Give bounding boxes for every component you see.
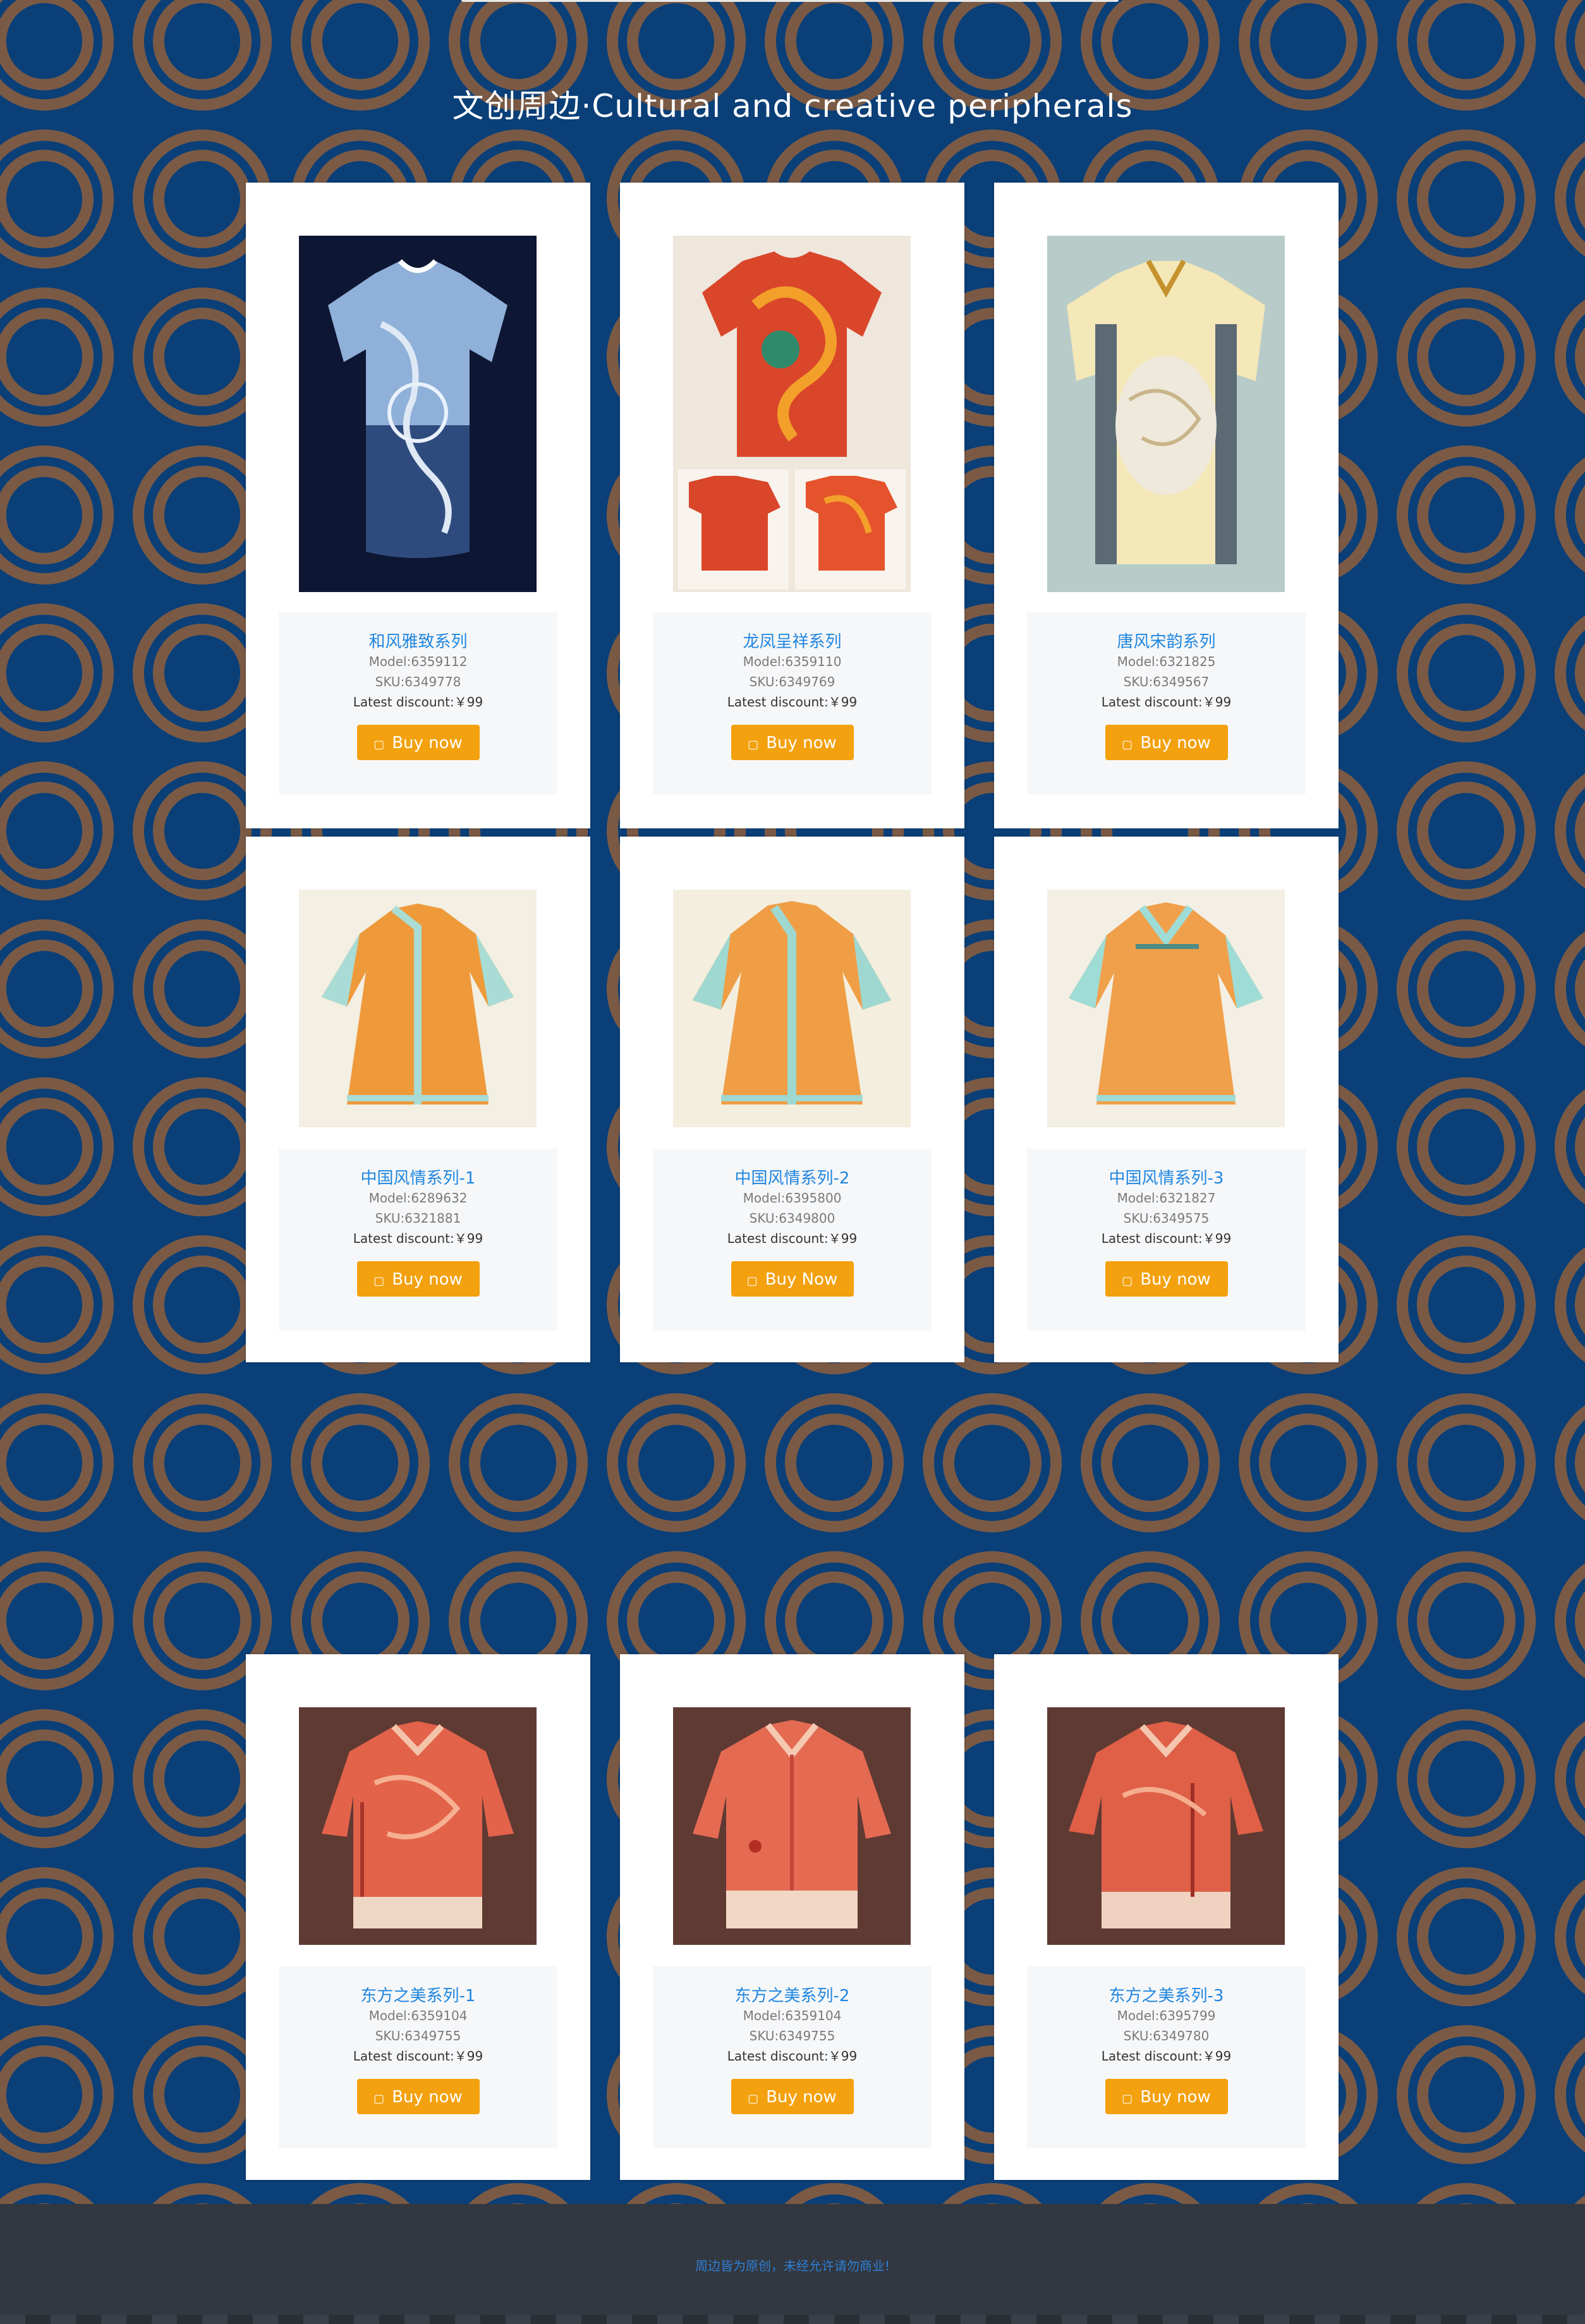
product-sku: SKU:6349755	[375, 2028, 461, 2043]
product-info: 中国风情系列-3 Model:6321827 SKU:6349575 Lates…	[1027, 1149, 1306, 1331]
product-name[interactable]: 中国风情系列-1	[279, 1169, 557, 1188]
cart-icon: ▢	[1122, 1274, 1133, 1288]
buy-now-button[interactable]: ▢ Buy Now	[731, 1261, 854, 1297]
product-image-yellow-robe[interactable]	[1047, 236, 1285, 592]
product-model: Model:6395799	[1117, 2008, 1216, 2023]
buy-now-label: Buy now	[392, 734, 463, 753]
product-discount: Latest discount:￥99	[727, 1231, 858, 1246]
product-card: 东方之美系列-3 Model:6395799 SKU:6349780 Lates…	[994, 1654, 1339, 2180]
buy-now-label: Buy now	[392, 1270, 463, 1289]
product-info: 中国风情系列-1 Model:6289632 SKU:6321881 Lates…	[279, 1149, 557, 1331]
product-card: 中国风情系列-3 Model:6321827 SKU:6349575 Lates…	[994, 837, 1339, 1362]
buy-now-label: Buy now	[766, 734, 837, 753]
product-discount: Latest discount:￥99	[1101, 2049, 1232, 2064]
product-name[interactable]: 东方之美系列-2	[653, 1987, 932, 2006]
cart-icon: ▢	[373, 738, 385, 751]
cart-icon: ▢	[373, 2092, 385, 2105]
buy-now-button[interactable]: ▢ Buy now	[1105, 2079, 1228, 2114]
product-name[interactable]: 和风雅致系列	[279, 632, 557, 651]
cart-icon: ▢	[1122, 738, 1133, 751]
product-model: Model:6359104	[743, 2008, 842, 2023]
product-card: 中国风情系列-1 Model:6289632 SKU:6321881 Lates…	[246, 837, 590, 1362]
cart-icon: ▢	[1122, 2092, 1133, 2105]
product-sku: SKU:6349755	[749, 2028, 835, 2043]
product-card: 龙凤呈祥系列 Model:6359110 SKU:6349769 Latest …	[620, 183, 964, 828]
top-bar	[461, 0, 1119, 2]
product-discount: Latest discount:￥99	[727, 2049, 858, 2064]
product-info: 唐风宋韵系列 Model:6321825 SKU:6349567 Latest …	[1027, 612, 1306, 794]
product-discount: Latest discount:￥99	[1101, 694, 1232, 710]
product-image-coral-hanfu[interactable]	[299, 1707, 537, 1945]
buy-now-label: Buy now	[1140, 2088, 1211, 2107]
product-image-orange-robe[interactable]	[1047, 890, 1285, 1127]
product-sku: SKU:6349780	[1123, 2028, 1210, 2043]
product-name[interactable]: 东方之美系列-3	[1027, 1987, 1306, 2006]
product-card: 中国风情系列-2 Model:6395800 SKU:6349800 Lates…	[620, 837, 964, 1362]
cart-icon: ▢	[748, 2092, 759, 2105]
product-sku: SKU:6349800	[749, 1211, 835, 1226]
footer-notice: 周边皆为原创，未经允许请勿商业!	[695, 2258, 890, 2273]
product-discount: Latest discount:￥99	[1101, 1231, 1232, 1246]
product-card: 和风雅致系列 Model:6359112 SKU:6349778 Latest …	[246, 183, 590, 828]
product-sku: SKU:6349778	[375, 674, 461, 689]
buy-now-button[interactable]: ▢ Buy now	[731, 2079, 854, 2114]
buy-now-label: Buy now	[1140, 1270, 1211, 1289]
buy-now-button[interactable]: ▢ Buy now	[1105, 725, 1228, 760]
product-discount: Latest discount:￥99	[353, 1231, 483, 1246]
product-image-blue-tshirt[interactable]	[299, 236, 537, 592]
buy-now-button[interactable]: ▢ Buy now	[1105, 1261, 1228, 1297]
product-name[interactable]: 东方之美系列-1	[279, 1987, 557, 2006]
product-image-orange-robe[interactable]	[299, 890, 537, 1127]
product-image-coral-hanfu[interactable]	[1047, 1707, 1285, 1945]
product-card: 唐风宋韵系列 Model:6321825 SKU:6349567 Latest …	[994, 183, 1339, 828]
product-card: 东方之美系列-1 Model:6359104 SKU:6349755 Lates…	[246, 1654, 590, 2180]
buy-now-button[interactable]: ▢ Buy now	[356, 1261, 480, 1297]
buy-now-label: Buy now	[392, 2088, 463, 2107]
product-model: Model:6359112	[368, 654, 468, 669]
buy-now-label: Buy now	[766, 2088, 837, 2107]
product-name[interactable]: 龙凤呈祥系列	[653, 632, 932, 651]
cart-icon: ▢	[746, 1274, 758, 1288]
product-sku: SKU:6349575	[1123, 1211, 1210, 1226]
product-card: 东方之美系列-2 Model:6359104 SKU:6349755 Lates…	[620, 1654, 964, 2180]
product-info: 龙凤呈祥系列 Model:6359110 SKU:6349769 Latest …	[653, 612, 932, 794]
page-title: 文创周边·Cultural and creative peripherals	[452, 88, 1133, 124]
product-discount: Latest discount:￥99	[727, 694, 858, 710]
buy-now-button[interactable]: ▢ Buy now	[731, 725, 854, 760]
buy-now-label: Buy Now	[765, 1270, 838, 1289]
cart-icon: ▢	[748, 738, 759, 751]
product-model: Model:6395800	[743, 1190, 842, 1206]
product-name[interactable]: 中国风情系列-3	[1027, 1169, 1306, 1188]
cart-icon: ▢	[373, 1274, 385, 1288]
product-sku: SKU:6321881	[375, 1211, 461, 1226]
product-image-coral-hanfu[interactable]	[673, 1707, 911, 1945]
product-discount: Latest discount:￥99	[353, 694, 483, 710]
product-model: Model:6359110	[743, 654, 842, 669]
footer: 周边皆为原创，未经允许请勿商业!	[0, 2204, 1585, 2324]
product-info: 中国风情系列-2 Model:6395800 SKU:6349800 Lates…	[653, 1149, 932, 1331]
product-image-orange-robe[interactable]	[673, 890, 911, 1127]
product-sku: SKU:6349769	[749, 674, 835, 689]
footer-stripe	[0, 2315, 1585, 2324]
buy-now-button[interactable]: ▢ Buy now	[356, 2079, 480, 2114]
product-name[interactable]: 中国风情系列-2	[653, 1169, 932, 1188]
product-model: Model:6289632	[368, 1190, 468, 1206]
product-image-red-dragon-tshirt[interactable]	[673, 236, 911, 592]
product-info: 东方之美系列-2 Model:6359104 SKU:6349755 Lates…	[653, 1966, 932, 2148]
product-discount: Latest discount:￥99	[353, 2049, 483, 2064]
product-sku: SKU:6349567	[1123, 674, 1210, 689]
product-info: 和风雅致系列 Model:6359112 SKU:6349778 Latest …	[279, 612, 557, 794]
product-name[interactable]: 唐风宋韵系列	[1027, 632, 1306, 651]
product-model: Model:6321827	[1117, 1190, 1216, 1206]
product-info: 东方之美系列-1 Model:6359104 SKU:6349755 Lates…	[279, 1966, 557, 2148]
buy-now-button[interactable]: ▢ Buy now	[356, 725, 480, 760]
buy-now-label: Buy now	[1140, 734, 1211, 753]
product-info: 东方之美系列-3 Model:6395799 SKU:6349780 Lates…	[1027, 1966, 1306, 2148]
product-model: Model:6321825	[1117, 654, 1216, 669]
product-model: Model:6359104	[368, 2008, 468, 2023]
